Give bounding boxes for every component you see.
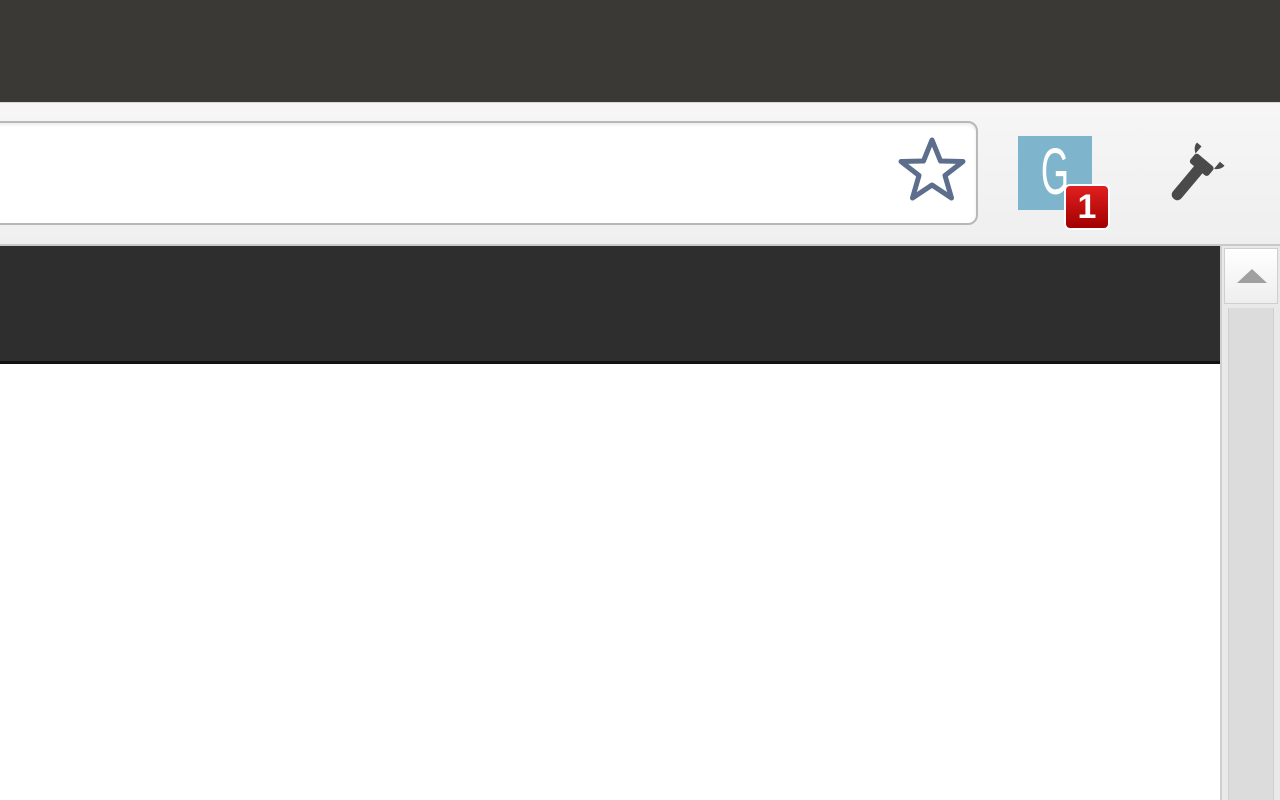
wrench-icon — [1171, 142, 1225, 201]
page-content — [0, 364, 1220, 800]
star-icon — [898, 137, 966, 201]
notification-badge: 1 — [1064, 184, 1110, 230]
scroll-thumb[interactable] — [1228, 308, 1274, 800]
extension-button[interactable]: G 1 — [1016, 134, 1114, 234]
page-header-bar — [0, 246, 1220, 364]
bookmark-star-button[interactable] — [896, 134, 968, 206]
vertical-scrollbar[interactable] — [1220, 246, 1280, 800]
up-arrow-icon — [1237, 269, 1267, 283]
address-bar[interactable] — [0, 121, 978, 225]
tab-strip — [0, 0, 1280, 102]
settings-menu-button[interactable] — [1154, 138, 1234, 210]
scroll-up-button[interactable] — [1224, 248, 1278, 304]
